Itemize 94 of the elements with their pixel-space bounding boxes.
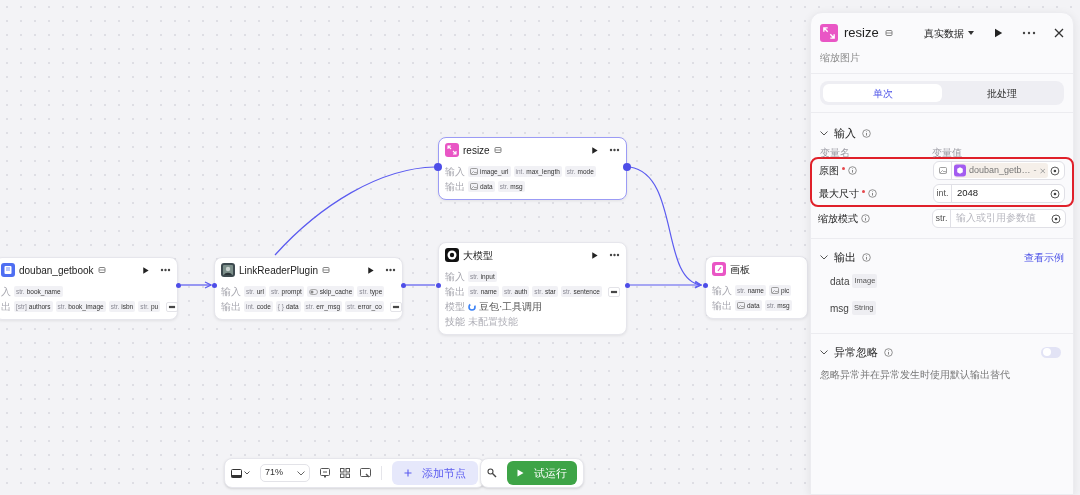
field-placeholder: 输入或引用参数值 — [956, 211, 1036, 226]
layout-button[interactable] — [231, 468, 250, 478]
play-icon[interactable] — [590, 145, 599, 155]
row-label: 入 — [1, 285, 11, 299]
node-title: LinkReaderPlugin — [239, 263, 318, 278]
add-node-button[interactable]: 添加节点 — [392, 461, 478, 485]
chevron-down-icon[interactable] — [820, 254, 828, 260]
section-description: 忽略异常并在异常发生时使用默认输出替代 — [819, 368, 1011, 382]
node-title: 画板 — [730, 262, 750, 277]
value-field[interactable]: str. 输入或引用参数值 — [932, 209, 1066, 228]
reference-name: douban_getb… — [969, 163, 1031, 177]
toggle-switch[interactable] — [1041, 346, 1061, 358]
info-icon — [862, 128, 871, 138]
node-title: douban_getbook — [19, 263, 94, 278]
row-label: 输入 — [445, 165, 465, 179]
info-icon — [861, 214, 870, 223]
thumbnail-icon — [221, 263, 235, 277]
target-icon[interactable] — [1050, 165, 1060, 176]
play-icon[interactable] — [992, 27, 1004, 39]
play-icon — [517, 469, 524, 477]
edit-icon — [712, 262, 726, 276]
data-mode-dropdown[interactable]: 真实数据 — [924, 25, 974, 41]
play-icon[interactable] — [366, 265, 375, 275]
info-icon — [868, 189, 877, 198]
target-icon[interactable] — [1051, 213, 1061, 224]
output-name: data — [830, 274, 850, 289]
image-icon — [737, 302, 745, 309]
book-icon — [1, 263, 15, 277]
zoom-value: 71% — [265, 466, 283, 480]
row-label: 模型 — [445, 300, 465, 314]
info-icon — [848, 166, 857, 175]
row-label: 输出 — [445, 285, 465, 299]
resize-icon — [445, 143, 459, 157]
row-label: 输入 — [221, 285, 241, 299]
model-name: 豆包·工具调用 — [479, 300, 543, 314]
panel-title: resize — [844, 24, 879, 43]
row-label: 输入 — [445, 270, 465, 284]
chevron-down-icon — [244, 471, 250, 475]
section-title: 输出 — [834, 249, 856, 265]
resize-icon — [820, 24, 838, 42]
connector-line — [180, 281, 212, 289]
value-field[interactable]: int. 2048 — [933, 184, 1065, 203]
section-title: 异常忽略 — [834, 344, 878, 360]
target-icon[interactable] — [1050, 188, 1060, 199]
param-label: 原图 — [819, 164, 839, 178]
plus-icon — [404, 469, 412, 477]
chevron-down-icon — [297, 470, 305, 476]
column-header: 变量名 — [820, 146, 851, 157]
toggle-icon — [308, 288, 318, 295]
node-title: 大模型 — [463, 248, 493, 263]
comment-icon[interactable] — [320, 468, 330, 478]
image-icon — [470, 183, 478, 190]
plugin-icon — [954, 164, 967, 177]
close-icon[interactable] — [1054, 28, 1064, 38]
row-label: 技能 — [445, 315, 465, 329]
example-link[interactable]: 查看示例 — [1024, 249, 1064, 265]
chevron-down-icon[interactable] — [820, 130, 828, 136]
row-label: 出 — [1, 300, 11, 314]
row-label: 输出 — [712, 299, 732, 313]
node-title: resize — [463, 143, 490, 158]
info-icon — [862, 252, 871, 262]
param-label: 最大尺寸 — [819, 187, 859, 201]
field-value: 2048 — [957, 186, 979, 201]
image-icon — [938, 167, 947, 174]
row-label: 输出 — [221, 300, 241, 314]
row-label: 输入 — [712, 284, 732, 298]
connector-line — [405, 284, 436, 286]
image-icon — [770, 287, 779, 294]
type-label: int. — [934, 185, 952, 202]
info-icon — [884, 347, 893, 357]
image-icon — [470, 168, 478, 175]
model-logo-icon — [468, 302, 476, 311]
param-label: 缩放模式 — [818, 212, 858, 226]
skill-value: 未配置技能 — [468, 315, 518, 329]
segment-tab[interactable]: 批处理 — [942, 84, 1061, 102]
reference-tag[interactable]: douban_getb… - — [954, 163, 1049, 178]
minimap-icon[interactable] — [360, 468, 371, 478]
reference-suffix: - — [1033, 163, 1037, 177]
row-label: 输出 — [445, 180, 465, 194]
model-icon — [445, 248, 459, 262]
panel-subtitle: 缩放图片 — [819, 51, 861, 65]
column-header: 变量值 — [932, 146, 962, 157]
caret-down-icon — [968, 31, 974, 35]
monitor-icon — [231, 468, 242, 478]
output-name: msg — [830, 301, 849, 316]
chevron-down-icon[interactable] — [820, 349, 828, 355]
segment-tab[interactable]: 单次 — [823, 84, 942, 102]
play-icon[interactable] — [141, 265, 150, 275]
play-icon[interactable] — [590, 250, 599, 260]
type-label: str. — [933, 210, 951, 227]
section-title: 输入 — [834, 125, 856, 141]
grid-icon[interactable] — [340, 468, 350, 478]
value-field[interactable]: douban_getb… - — [933, 161, 1065, 180]
zoom-select[interactable]: 71% — [260, 464, 310, 482]
